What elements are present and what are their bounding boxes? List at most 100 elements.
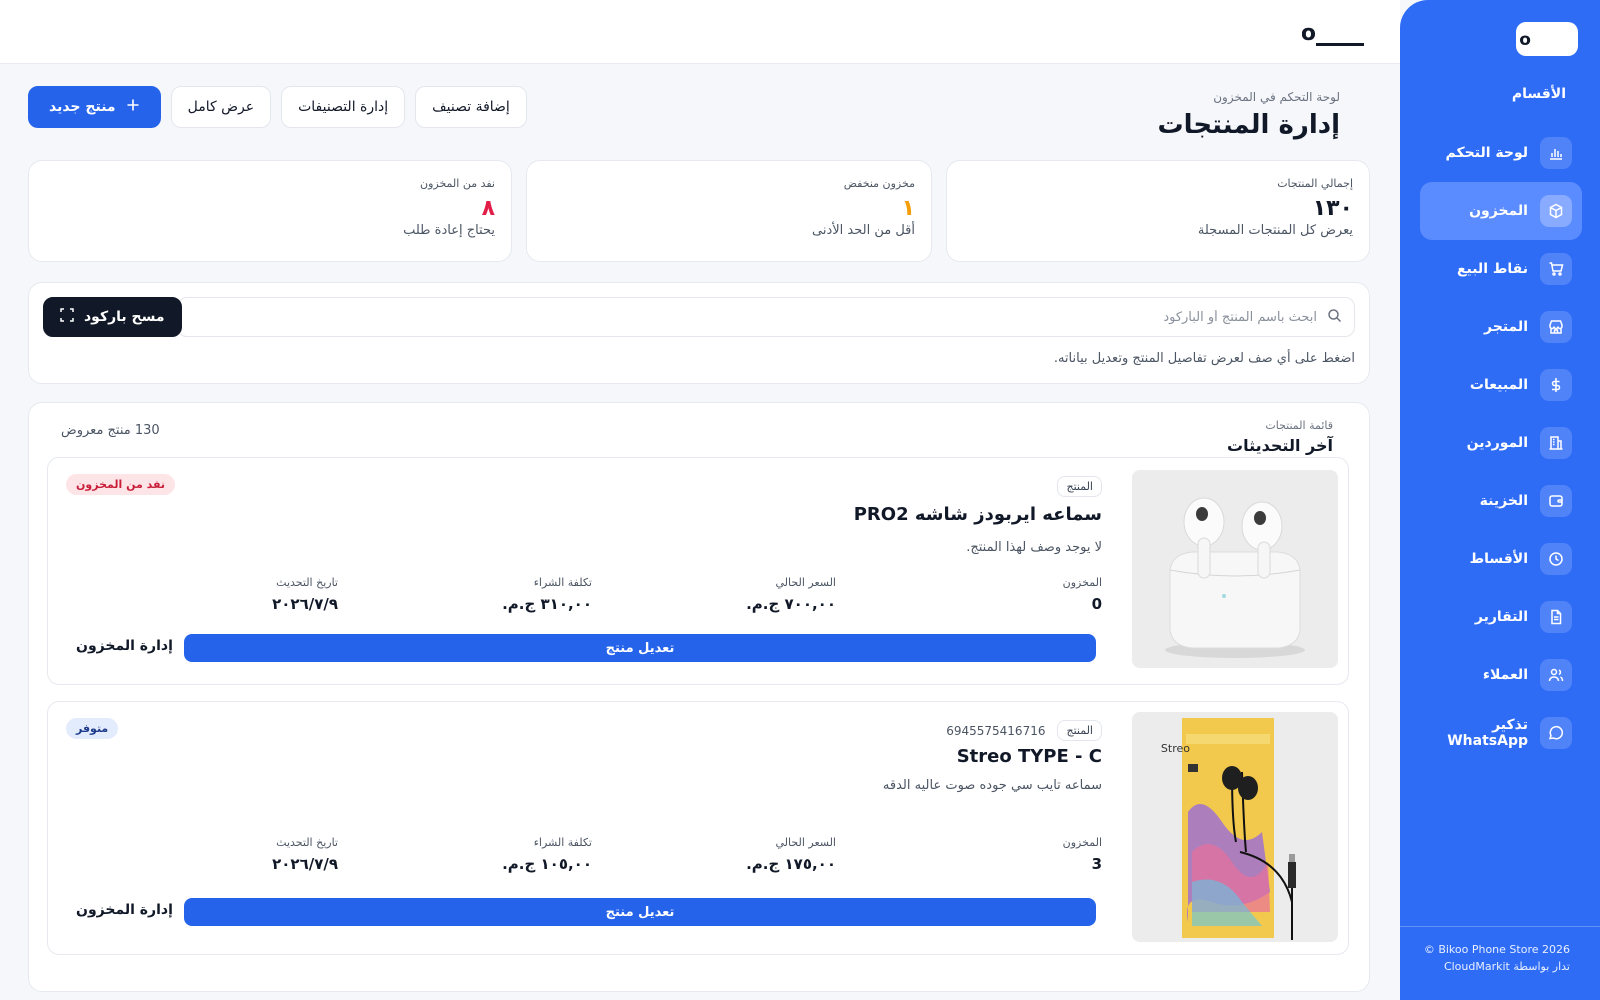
stat-card-out-of-stock: نفد من المخزون ٨ يحتاج إعادة طلب [28,160,512,262]
stats-row: إجمالي المنتجات ١٣٠ يعرض كل المنتجات الم… [28,160,1370,262]
metric-value: 3 [1091,855,1102,873]
metric-value: ١٧٥,٠٠ ج.م. [746,855,836,873]
manage-stock-link[interactable]: إدارة المخزون [76,902,173,918]
sidebar-item-suppliers[interactable]: الموردين [1420,414,1582,472]
sidebar-section-title: الأقسام [1511,86,1566,102]
product-card[interactable]: المنتج سماعه ايربودز شاشه PRO2 لا يوجد و… [47,457,1349,685]
stat-value: ١ [901,196,915,221]
sidebar-item-label: الموردين [1466,435,1528,451]
product-card[interactable]: Streo المنتج 6945575416716 Streo TYPE - … [47,701,1349,955]
sidebar-item-installments[interactable]: الأقساط [1420,530,1582,588]
sidebar-item-pos[interactable]: نقاط البيع [1420,240,1582,298]
sidebar-item-customers[interactable]: العملاء [1420,646,1582,704]
sidebar-item-label: الأقساط [1469,551,1528,567]
sidebar-item-label: المخزون [1469,203,1528,219]
chat-icon [1540,717,1572,749]
product-image: Streo [1132,712,1338,942]
sidebar-item-sales[interactable]: المبيعات [1420,356,1582,414]
sidebar-item-label: المتجر [1484,319,1528,335]
building-icon [1540,427,1572,459]
page-header: لوحة التحكم في المخزون إدارة المنتجات [1158,90,1341,140]
metric-label: المخزون [1062,836,1102,849]
stock-metric: المخزون 3 [1063,836,1102,873]
scan-barcode-label: مسح باركود [84,309,165,325]
powered-by-text: تدار بواسطة CloudMarkit [1443,960,1570,973]
stat-label: نفد من المخزون [420,177,495,190]
search-hint: اضغط على أي صف لعرض تفاصيل المنتج وتعديل… [1053,351,1355,366]
stat-value: ٨ [481,196,495,221]
package-brand-text: Streo [1161,742,1190,755]
document-icon [1540,601,1572,633]
scan-icon [60,308,74,326]
metric-value: ٣١٠,٠٠ ج.م. [502,595,592,613]
new-product-label: منتج جديد [49,99,116,115]
sidebar-item-inventory[interactable]: المخزون [1420,182,1582,240]
sidebar-item-whatsapp-reminder[interactable]: تذكير WhatsApp [1420,704,1582,762]
search-input[interactable] [178,299,1317,335]
cost-metric: تكلفة الشراء ١٠٥,٠٠ ج.م. [502,836,592,873]
products-panel: قائمة المنتجات آخر التحديثات 130 منتج مع… [28,402,1370,992]
metric-label: المخزون [1062,576,1102,589]
sidebar-nav: لوحة التحكم المخزون نقاط البيع المتجر ال… [1420,124,1582,762]
product-name: سماعه ايربودز شاشه PRO2 [853,504,1102,525]
product-tag: المنتج [1057,720,1102,741]
product-description: لا يوجد وصف لهذا المنتج. [966,540,1102,555]
breadcrumb: لوحة التحكم في المخزون [1213,90,1340,104]
metric-label: السعر الحالي [775,576,836,589]
new-product-button[interactable]: منتج جديد [28,86,161,128]
svg-text:ikoo: ikoo [1302,21,1316,46]
edit-product-button[interactable]: تعديل منتج [184,898,1096,926]
brand-logo[interactable]: 9 ikoo [1300,14,1370,50]
product-tag: المنتج [1057,476,1102,497]
list-title: آخر التحديثات [1227,436,1333,455]
users-icon [1540,659,1572,691]
metric-label: تكلفة الشراء [533,836,592,849]
sidebar-item-reports[interactable]: التقارير [1420,588,1582,646]
status-badge: متوفر [66,718,119,739]
stat-subtext: يعرض كل المنتجات المسجلة [1197,223,1353,238]
add-category-button[interactable]: إضافة تصنيف [415,86,527,128]
stat-card-low-stock: مخزون منخفض ١ أقل من الحد الأدنى [526,160,932,262]
header-actions: منتج جديد عرض كامل إدارة التصنيفات إضافة… [28,86,527,128]
metric-label: تاريخ التحديث [276,836,338,849]
edit-product-button[interactable]: تعديل منتج [184,634,1096,662]
box-icon [1540,195,1572,227]
product-barcode: 6945575416716 [946,723,1046,738]
metric-value: ١٠٥,٠٠ ج.م. [502,855,592,873]
sidebar-item-dashboard[interactable]: لوحة التحكم [1420,124,1582,182]
sidebar-item-store[interactable]: المتجر [1420,298,1582,356]
manage-stock-link[interactable]: إدارة المخزون [76,638,173,654]
sidebar-footer: Bikoo Phone Store 2026 © تدار بواسطة Clo… [1400,926,1600,1000]
metric-value: ٢٠٢٦/٧/٩ [272,855,338,873]
price-metric: السعر الحالي ١٧٥,٠٠ ج.م. [746,836,836,873]
sidebar-item-label: الخزينة [1479,493,1528,509]
stat-label: إجمالي المنتجات [1277,177,1353,190]
full-view-button[interactable]: عرض كامل [170,86,272,128]
stock-metric: المخزون 0 [1063,576,1102,613]
status-badge: نفد من المخزون [66,474,176,495]
metric-label: تاريخ التحديث [276,576,338,589]
sidebar-item-label: العملاء [1482,667,1528,683]
sidebar-item-treasury[interactable]: الخزينة [1420,472,1582,530]
dollar-icon [1540,369,1572,401]
manage-categories-button[interactable]: إدارة التصنيفات [281,86,406,128]
sidebar-item-label: نقاط البيع [1456,261,1528,277]
stat-value: ١٣٠ [1312,196,1353,221]
date-metric: تاريخ التحديث ٢٠٢٦/٧/٩ [272,836,338,873]
list-caption: قائمة المنتجات [1265,419,1333,432]
svg-text:ikoo: ikoo [1520,30,1531,50]
copyright-text: Bikoo Phone Store 2026 © [1423,943,1570,956]
search-icon [1327,308,1342,327]
metric-value: ٢٠٢٦/٧/٩ [272,595,338,613]
product-description: سماعه تايب سي جوده صوت عاليه الدقه [882,778,1102,793]
bar-chart-icon [1540,137,1572,169]
product-count: 130 منتج معروض [61,423,160,438]
sidebar-logo[interactable]: 9 ikoo [1516,22,1578,56]
stat-subtext: يحتاج إعادة طلب [403,223,495,238]
product-name: Streo TYPE - C [956,746,1102,767]
sidebar: 9 ikoo الأقسام لوحة التحكم المخزون نقاط … [1400,0,1600,1000]
sidebar-item-label: المبيعات [1469,377,1528,393]
search-box [177,297,1355,337]
scan-barcode-button[interactable]: مسح باركود [43,297,182,337]
list-header: قائمة المنتجات آخر التحديثات [1227,419,1333,455]
